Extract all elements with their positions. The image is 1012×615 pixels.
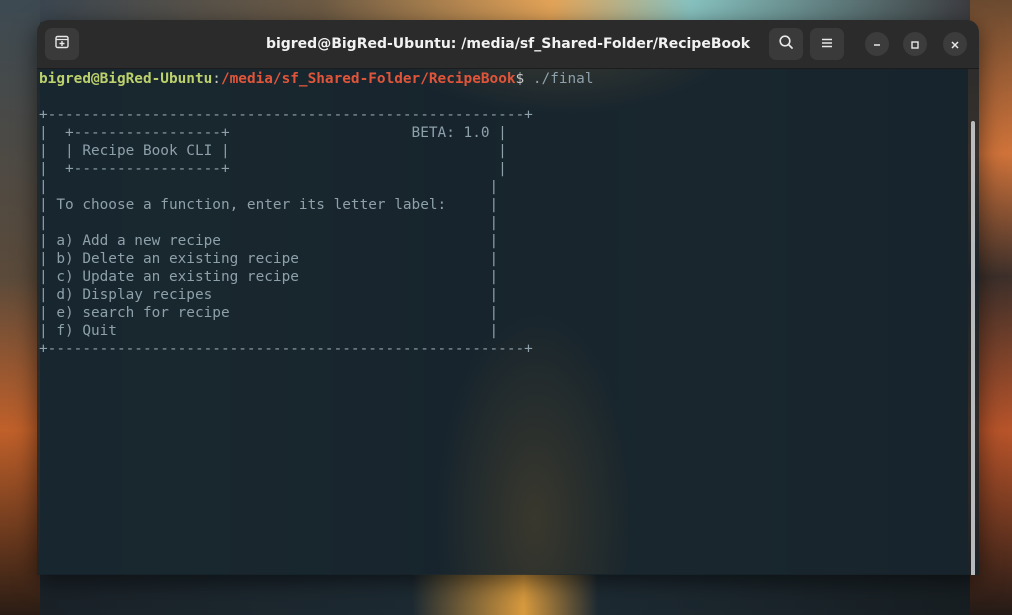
wallpaper-top — [40, 0, 970, 22]
search-button[interactable] — [769, 28, 803, 60]
menu-instruction: | To choose a function, enter its letter… — [39, 197, 499, 213]
menu-blank-line: | | — [39, 215, 499, 231]
maximize-button[interactable] — [903, 32, 927, 56]
close-button[interactable] — [943, 32, 967, 56]
menu-header-line: | +-----------------+ BETA: 1.0 | — [39, 125, 507, 141]
maximize-icon — [910, 35, 920, 54]
prompt-command: ./final — [524, 71, 594, 87]
menu-blank-line: | | — [39, 179, 499, 195]
prompt-path: /media/sf_Shared-Folder/RecipeBook — [220, 71, 516, 87]
close-icon — [950, 35, 960, 54]
menu-option-b: | b) Delete an existing recipe | — [39, 251, 499, 267]
terminal-window: bigred@BigRed-Ubuntu: /media/sf_Shared-F… — [37, 20, 979, 575]
terminal-output[interactable]: bigred@BigRed-Ubuntu:/media/sf_Shared-Fo… — [37, 69, 979, 575]
menu-app-name: | | Recipe Book CLI | | — [39, 143, 507, 159]
new-tab-icon — [54, 34, 70, 54]
menu-button[interactable] — [810, 28, 844, 60]
minimize-icon — [872, 35, 882, 54]
minimize-button[interactable] — [865, 32, 889, 56]
terminal-text: bigred@BigRed-Ubuntu:/media/sf_Shared-Fo… — [39, 70, 594, 358]
title-bar[interactable]: bigred@BigRed-Ubuntu: /media/sf_Shared-F… — [37, 20, 979, 69]
menu-option-a: | a) Add a new recipe | — [39, 233, 499, 249]
menu-border-top: +---------------------------------------… — [39, 107, 533, 123]
scrollbar[interactable] — [971, 121, 975, 575]
wallpaper-left — [0, 0, 40, 615]
menu-option-d: | d) Display recipes | — [39, 287, 499, 303]
menu-option-c: | c) Update an existing recipe | — [39, 269, 499, 285]
new-tab-button[interactable] — [45, 28, 79, 60]
wallpaper-bottom — [40, 574, 970, 615]
search-icon — [778, 34, 794, 54]
prompt-colon: : — [212, 71, 221, 87]
menu-header-bottom: | +-----------------+ | — [39, 161, 507, 177]
prompt-user-host: bigred@BigRed-Ubuntu — [39, 71, 213, 87]
hamburger-menu-icon — [820, 35, 834, 54]
menu-option-f: | f) Quit | — [39, 323, 499, 339]
menu-border-bottom: +---------------------------------------… — [39, 341, 533, 357]
menu-option-e: | e) search for recipe | — [39, 305, 499, 321]
prompt-dollar: $ — [515, 71, 525, 87]
